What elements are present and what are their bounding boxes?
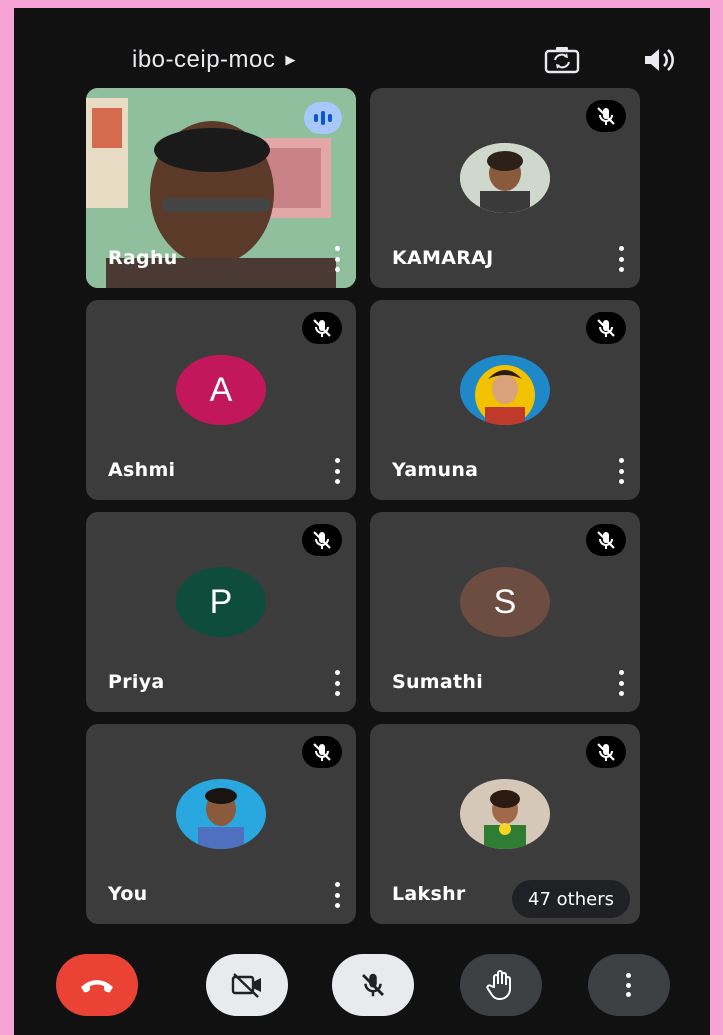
- mic-off-icon: [586, 736, 626, 768]
- participant-name: You: [108, 883, 148, 905]
- camera-toggle-button[interactable]: [206, 954, 288, 1016]
- participant-tile[interactable]: KAMARAJ: [370, 88, 640, 288]
- raise-hand-button[interactable]: [460, 954, 542, 1016]
- participant-avatar: P: [176, 567, 266, 637]
- raise-hand-icon: [486, 970, 511, 1000]
- camera-off-icon: [231, 973, 261, 998]
- participant-avatar: [460, 355, 550, 425]
- speaker-icon[interactable]: [640, 44, 680, 76]
- participant-avatar: [460, 779, 550, 849]
- participant-tile-self[interactable]: You: [86, 724, 356, 924]
- mic-off-icon: [586, 312, 626, 344]
- more-vert-icon[interactable]: [616, 458, 626, 484]
- meeting-code: ibo-ceip-moc: [132, 46, 276, 73]
- mic-off-icon: [302, 736, 342, 768]
- mic-toggle-button[interactable]: [332, 954, 414, 1016]
- mic-off-icon: [302, 312, 342, 344]
- top-bar: ibo-ceip-moc ▶: [14, 8, 710, 88]
- more-vert-icon[interactable]: [332, 458, 342, 484]
- participant-name: KAMARAJ: [392, 247, 494, 269]
- more-vert-icon[interactable]: [616, 670, 626, 696]
- participant-name: Ashmi: [108, 459, 176, 481]
- participant-tile[interactable]: Yamuna: [370, 300, 640, 500]
- more-vert-icon[interactable]: [332, 670, 342, 696]
- participant-tile[interactable]: A Ashmi: [86, 300, 356, 500]
- participant-tile[interactable]: Raghu: [86, 88, 356, 288]
- participant-tile[interactable]: P Priya: [86, 512, 356, 712]
- others-count-badge[interactable]: 47 others: [512, 880, 630, 918]
- meeting-info-button[interactable]: ibo-ceip-moc ▶: [132, 46, 296, 74]
- participant-avatar: [176, 779, 266, 849]
- participant-name: Yamuna: [392, 459, 479, 481]
- participant-name: Lakshr: [392, 883, 466, 905]
- participant-name: Raghu: [108, 247, 178, 269]
- end-call-button[interactable]: [56, 954, 138, 1016]
- meet-screen: ibo-ceip-moc ▶ Raghu KAMARAJ A Ashmi Yam…: [14, 8, 710, 1035]
- speaking-indicator-icon: [304, 102, 342, 134]
- more-vert-icon[interactable]: [332, 246, 342, 272]
- more-vert-icon[interactable]: [616, 246, 626, 272]
- end-call-icon: [81, 980, 113, 993]
- participant-name: Sumathi: [392, 671, 484, 693]
- mic-off-icon: [302, 524, 342, 556]
- mic-off-icon: [586, 524, 626, 556]
- participant-avatar: [460, 143, 550, 213]
- participant-tile[interactable]: Lakshr 47 others: [370, 724, 640, 924]
- play-arrow-icon: ▶: [285, 52, 296, 67]
- switch-camera-icon[interactable]: [542, 44, 582, 76]
- more-vert-icon[interactable]: [332, 882, 342, 908]
- more-options-icon: [626, 973, 632, 997]
- participant-tile[interactable]: S Sumathi: [370, 512, 640, 712]
- participant-avatar: S: [460, 567, 550, 637]
- more-options-button[interactable]: [588, 954, 670, 1016]
- participant-name: Priya: [108, 671, 165, 693]
- mic-off-icon: [586, 100, 626, 132]
- mic-off-icon: [362, 973, 384, 997]
- participant-avatar: A: [176, 355, 266, 425]
